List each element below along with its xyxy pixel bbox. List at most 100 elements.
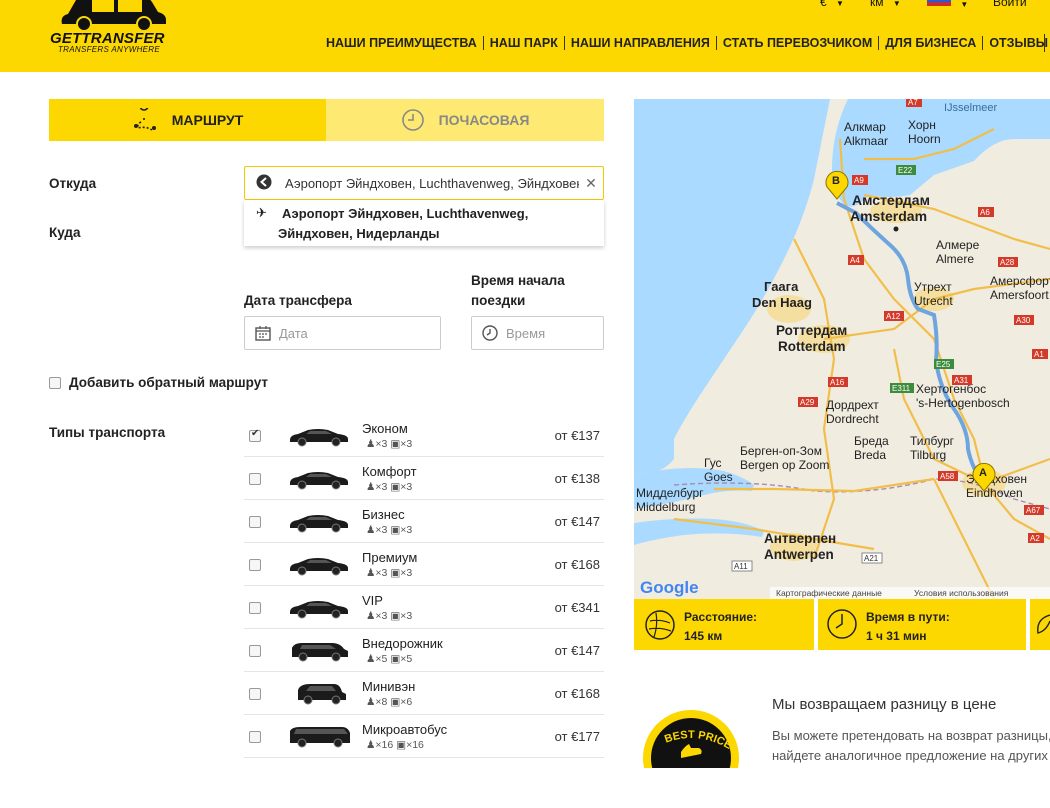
nav-become-carrier[interactable]: СТАТЬ ПЕРЕВОЗЧИКОМ [715,36,878,50]
promo-title: Мы возвращаем разницу в цене [772,696,997,713]
passenger-count: ×3 [375,567,388,579]
car-icon [292,643,348,662]
time-placeholder: Время [506,325,546,341]
route-map[interactable]: Амстердам Amsterdam Гаага Den Haag Ротте… [634,99,1050,599]
passenger-count: ×3 [375,524,388,536]
flag-icon [927,0,951,6]
language-selector[interactable]: ▼ [927,0,968,10]
map-city-en: Antwerpen [764,547,834,562]
map-city-en: Amsterdam [850,208,927,224]
vehicle-name: Внедорожник [362,636,443,651]
passenger-count: ×3 [375,610,388,622]
water-north-sea [634,99,830,475]
luggage-icon: ▣ [390,610,401,622]
map-city-en: Amersfoort [990,288,1049,302]
map-city-ru: Утрехт [914,280,952,294]
nav-destinations[interactable]: НАШИ НАПРАВЛЕНИЯ [563,36,716,50]
return-route-toggle[interactable]: Добавить обратный маршрут [49,375,268,390]
map-city-ru: Амстердам [852,192,930,208]
vehicle-checkbox[interactable] [249,645,261,657]
date-input[interactable]: Дата [244,316,441,350]
map-city-en: Den Haag [752,295,812,310]
back-arrow-icon[interactable] [251,174,277,193]
close-icon[interactable]: ✕ [579,175,603,192]
vehicle-row[interactable]: Микроавтобус ♟×16 ▣×16 от €177 [244,715,604,758]
clock-icon [401,109,424,131]
vehicle-row[interactable]: Премиум ♟×3 ▣×3 от €168 [244,543,604,586]
tab-route[interactable]: МАРШРУТ [49,99,326,141]
road-badge: A30 [1016,316,1031,325]
vehicle-name: Премиум [362,550,418,565]
map-city-ru: Бреда [854,434,889,448]
map-city-en: Alkmaar [844,134,888,148]
vehicle-checkbox[interactable] [249,731,261,743]
currency-selector[interactable]: € ▼ [820,0,844,9]
nav-advantages[interactable]: НАШИ ПРЕИМУЩЕСТВА [320,36,483,50]
currency-value: € [820,0,827,9]
time-input[interactable]: Время [471,316,604,350]
road-badge: A28 [1000,258,1015,267]
luggage-count: ×5 [400,653,413,665]
vehicle-checkbox[interactable] [249,516,261,528]
map-city-ru: Алмере [936,238,980,252]
tab-hourly[interactable]: ПОЧАСОВАЯ [326,99,604,141]
vehicle-row[interactable]: VIP ♟×3 ▣×3 от €341 [244,586,604,629]
car-icon [290,558,348,576]
header-divider [1044,34,1045,52]
vehicle-capacity: ♟×3 ▣×3 [366,610,412,622]
map-city-en: 's-Hertogenbosch [916,396,1010,410]
tab-hourly-label: ПОЧАСОВАЯ [438,112,530,128]
vehicle-checkbox[interactable] [249,688,261,700]
vehicle-capacity: ♟×5 ▣×5 [366,653,412,665]
luggage-count: ×6 [400,696,413,708]
map-city-en: Tilburg [910,448,946,462]
luggage-count: ×3 [400,567,413,579]
header: GETTRANSFER TRANSFERS ANYWHERE € ▼ км ▼ … [0,0,1050,72]
map-city-en: Bergen op Zoom [740,458,829,472]
logo-subtitle: TRANSFERS ANYWHERE [58,45,161,54]
car-icon [290,429,348,447]
clock-icon [827,609,857,639]
vehicle-checkbox[interactable] [249,428,261,442]
login-link[interactable]: Войти [993,0,1027,9]
road-badge: A2 [1030,534,1040,543]
nav-business[interactable]: ДЛЯ БИЗНЕСА [878,36,982,50]
from-input[interactable]: Аэропорт Эйндховен, Luchthavenweg, Эйндх… [244,166,604,200]
return-route-checkbox[interactable] [49,376,61,389]
duration-label: Время в пути: [866,610,950,624]
from-label: Откуда [49,176,97,191]
vehicle-price: от €177 [554,729,600,744]
route-map-icon [645,610,675,640]
vehicle-checkbox[interactable] [249,473,261,485]
nav-reviews[interactable]: ОТЗЫВЫ [982,36,1050,50]
vehicle-types-label: Типы транспорта [49,425,166,440]
vehicle-row[interactable]: Минивэн ♟×8 ▣×6 от €168 [244,672,604,715]
passenger-icon: ♟ [366,696,376,708]
vehicle-row[interactable]: Эконом♟×3 ▣×3от €137 [244,414,604,457]
nav-fleet[interactable]: НАШ ПАРК [482,36,564,50]
google-logo: Google [640,578,699,597]
suggestion-line-1: Аэропорт Эйндховен, Luchthavenweg, [282,206,529,221]
road-badge: A7 [908,99,918,107]
vehicle-row[interactable]: Бизнес ♟×3 ▣×3 от €147 [244,500,604,543]
vehicle-price: от €137 [554,428,600,443]
map-city-en: Goes [704,470,733,484]
road-badge: E22 [898,166,913,175]
vehicle-checkbox[interactable] [249,559,261,571]
vehicle-row[interactable]: Внедорожник ♟×5 ▣×5 от €147 [244,629,604,672]
vehicle-capacity: ♟×3 ▣×3 [366,524,412,536]
from-value: Аэропорт Эйндховен, Luchthavenweg, Эйндх… [285,175,579,191]
vehicle-checkbox[interactable] [249,602,261,614]
luggage-icon: ▣ [390,653,401,665]
passenger-icon: ♟ [366,438,376,450]
luggage-icon: ▣ [390,438,401,450]
clock-icon [482,325,498,341]
units-selector[interactable]: км ▼ [870,0,901,9]
map-city-ru: Алкмар [844,120,886,134]
luggage-count: ×3 [400,438,413,450]
road-badge: A9 [854,176,864,185]
car-icon [290,601,348,619]
vehicle-row[interactable]: Комфорт ♟×3 ▣×3 от €138 [244,457,604,500]
map-city-ru: Антверпен [764,531,836,546]
autocomplete-suggestion[interactable]: ✈ Аэропорт Эйндховен, Luchthavenweg, Эйн… [244,200,604,246]
